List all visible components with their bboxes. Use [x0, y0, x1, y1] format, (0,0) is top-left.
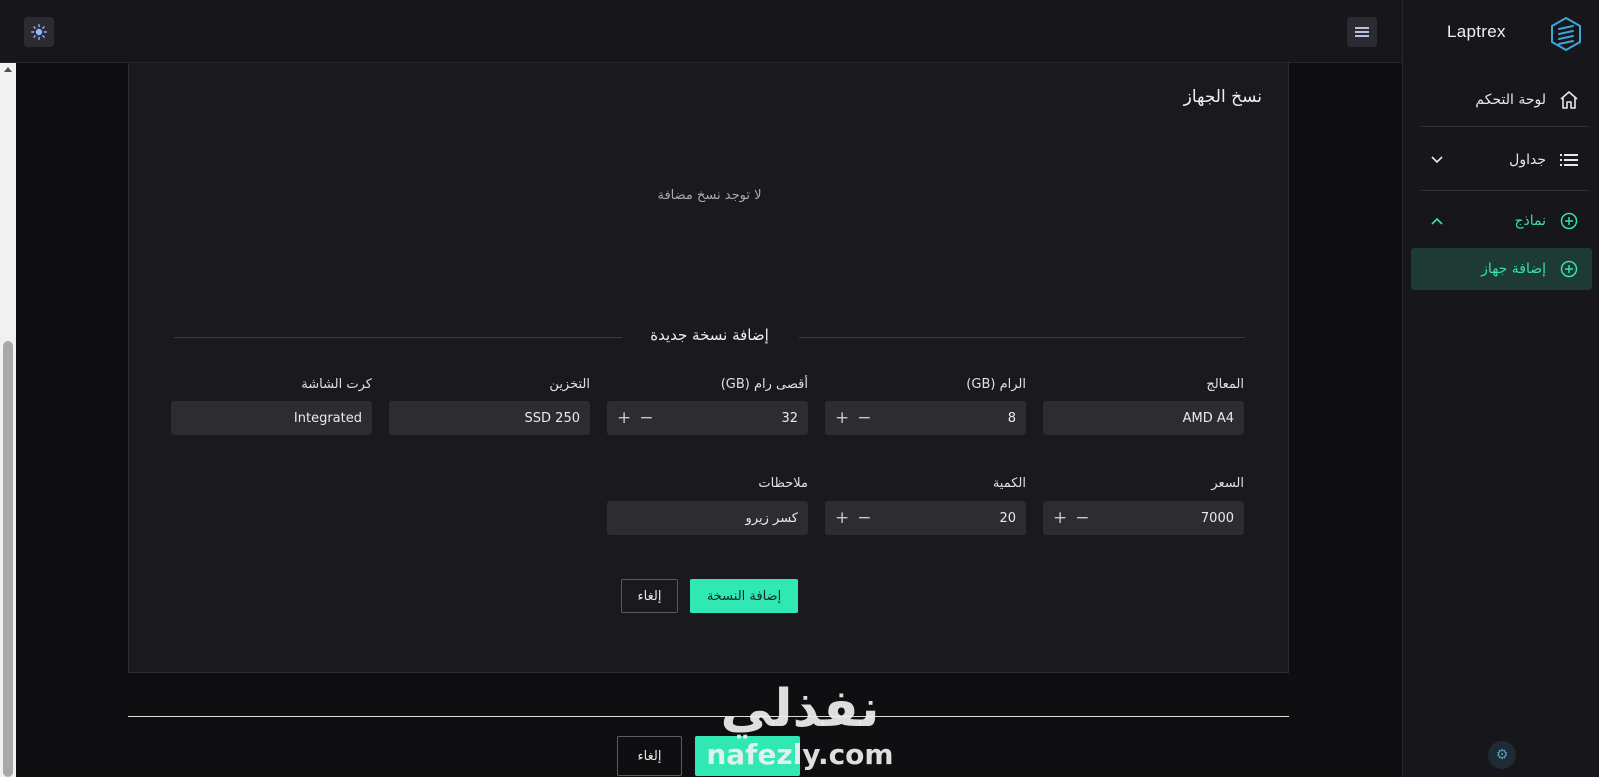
quantity-stepper[interactable]: 20 + −	[825, 501, 1026, 535]
add-copy-button[interactable]: إضافة النسخة	[690, 579, 798, 613]
decrement-icon[interactable]: −	[1075, 508, 1089, 528]
sidebar-item-label: جداول	[1509, 152, 1546, 168]
price-stepper[interactable]: 7000 + −	[1043, 501, 1244, 535]
increment-icon[interactable]: +	[617, 408, 631, 428]
brand[interactable]: Laptrex	[1403, 0, 1599, 63]
theme-toggle-button[interactable]	[24, 17, 54, 47]
device-copies-card: نسخ الجهاز لا توجد نسخ مضافة إضافة نسخة …	[128, 63, 1289, 673]
section-title: إضافة نسخة جديدة	[650, 326, 769, 344]
ram-value: 8	[1007, 410, 1016, 426]
sidebar-item-forms[interactable]: نماذج	[1411, 200, 1592, 242]
max-ram-value: 32	[781, 410, 798, 426]
card-title: نسخ الجهاز	[1183, 87, 1262, 107]
quantity-value: 20	[999, 510, 1016, 526]
sidebar-item-label: لوحة التحكم	[1475, 92, 1546, 108]
plus-circle-icon	[1558, 210, 1580, 232]
sidebar-item-dashboard[interactable]: لوحة التحكم	[1411, 79, 1592, 121]
cancel-copy-button[interactable]: إلغاء	[621, 579, 678, 613]
decrement-icon[interactable]: −	[857, 408, 871, 428]
notes-label: ملاحظات	[758, 476, 808, 491]
save-device-button[interactable]	[695, 736, 800, 776]
sidebar-item-add-device[interactable]: إضافة جهاز	[1411, 248, 1592, 290]
price-label: السعر	[1211, 476, 1244, 491]
hamburger-icon	[1355, 27, 1369, 37]
settings-button[interactable]: ⚙	[1488, 741, 1516, 769]
decrement-icon[interactable]: −	[857, 508, 871, 528]
storage-field[interactable]: SSD 250	[389, 401, 590, 435]
bottom-divider	[128, 716, 1289, 717]
sidebar: Laptrex لوحة التحكم جداول نماذج إضافة جه…	[1402, 0, 1599, 777]
notes-value: كسر زيرو	[745, 510, 798, 526]
scrollbar-thumb[interactable]	[3, 341, 13, 777]
decrement-icon[interactable]: −	[639, 408, 653, 428]
price-value: 7000	[1200, 510, 1234, 526]
increment-icon[interactable]: +	[835, 508, 849, 528]
sidebar-divider	[1421, 126, 1589, 127]
sidebar-divider	[1421, 190, 1589, 191]
cancel-button[interactable]: إلغاء	[617, 736, 682, 776]
ram-stepper[interactable]: 8 + −	[825, 401, 1026, 435]
processor-label: المعالج	[1206, 377, 1244, 392]
notes-field[interactable]: كسر زيرو	[607, 501, 808, 535]
quantity-label: الكمية	[992, 476, 1026, 491]
storage-value: SSD 250	[524, 410, 580, 426]
storage-label: التخزين	[549, 377, 590, 392]
gpu-label: كرت الشاشة	[301, 377, 372, 392]
gpu-value: Integrated	[293, 410, 362, 426]
watermark-arabic: نفذلي	[720, 679, 880, 739]
sidebar-item-label: إضافة جهاز	[1481, 261, 1546, 277]
sidebar-item-label: نماذج	[1514, 213, 1546, 229]
list-icon	[1558, 149, 1580, 171]
max-ram-label: أقصى رام (GB)	[720, 377, 808, 392]
scroll-up-arrow[interactable]	[4, 67, 12, 72]
increment-icon[interactable]: +	[1053, 508, 1067, 528]
top-header	[0, 0, 1402, 63]
gear-icon: ⚙	[1495, 747, 1509, 763]
max-ram-stepper[interactable]: 32 + −	[607, 401, 808, 435]
sidebar-item-tables[interactable]: جداول	[1411, 139, 1592, 181]
ram-label: الرام (GB)	[966, 377, 1026, 392]
brand-name: Laptrex	[1447, 22, 1506, 41]
page-scrollbar[interactable]	[0, 63, 16, 777]
chevron-up-icon	[1429, 214, 1445, 228]
empty-copies-message: لا توجد نسخ مضافة	[657, 188, 762, 203]
gpu-field[interactable]: Integrated	[171, 401, 372, 435]
processor-field[interactable]: AMD A4	[1043, 401, 1244, 435]
brand-logo-icon	[1551, 16, 1581, 52]
processor-value: AMD A4	[1182, 410, 1234, 426]
sun-icon	[31, 24, 47, 40]
chevron-down-icon	[1429, 153, 1445, 167]
increment-icon[interactable]: +	[835, 408, 849, 428]
menu-toggle-button[interactable]	[1347, 17, 1377, 47]
plus-circle-icon	[1558, 258, 1580, 280]
home-icon	[1558, 89, 1580, 111]
